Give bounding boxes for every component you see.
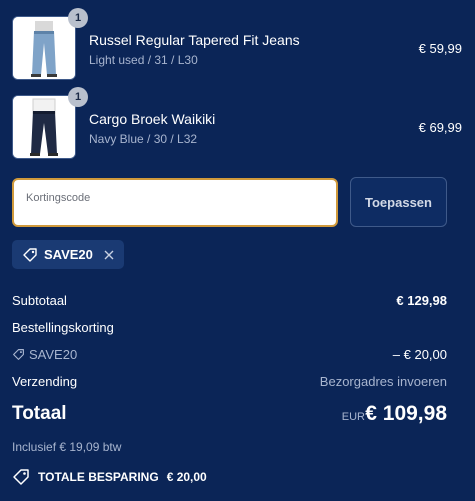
total-row: Totaal EUR € 109,98 bbox=[12, 402, 447, 429]
tax-note: Inclusief € 19,09 btw bbox=[12, 440, 122, 454]
order-summary: 1 Russel Regular Tapered Fit Jeans Light… bbox=[0, 0, 475, 501]
tag-icon bbox=[13, 469, 29, 485]
subtotal-value: € 129,98 bbox=[396, 293, 447, 308]
cart-line-item: 1 Cargo Broek Waikiki Navy Blue / 30 / L… bbox=[12, 87, 462, 159]
quantity-badge: 1 bbox=[68, 87, 88, 107]
item-variant: Light used / 31 / L30 bbox=[89, 53, 198, 67]
close-icon[interactable] bbox=[103, 249, 115, 261]
item-price: € 69,99 bbox=[418, 120, 462, 135]
item-name: Cargo Broek Waikiki bbox=[89, 111, 216, 127]
apply-discount-button[interactable]: Toepassen bbox=[350, 177, 447, 227]
cart-line-item: 1 Russel Regular Tapered Fit Jeans Light… bbox=[12, 8, 462, 80]
discount-code-row: SAVE20 – € 20,00 bbox=[12, 347, 447, 367]
item-variant: Navy Blue / 30 / L32 bbox=[89, 132, 198, 146]
total-savings: TOTALE BESPARING € 20,00 bbox=[12, 468, 207, 486]
discount-code-text: SAVE20 bbox=[29, 347, 78, 362]
order-discount-label: Bestellingskorting bbox=[12, 320, 114, 335]
tag-icon bbox=[23, 247, 37, 262]
discount-code-line: SAVE20 bbox=[12, 347, 77, 362]
product-image-cargo bbox=[12, 95, 76, 159]
item-name: Russel Regular Tapered Fit Jeans bbox=[89, 32, 300, 48]
shipping-row: Verzending Bezorgadres invoeren bbox=[12, 374, 447, 394]
subtotal-row: Subtotaal € 129,98 bbox=[12, 293, 447, 313]
product-image-jeans bbox=[12, 16, 76, 80]
item-price: € 59,99 bbox=[418, 41, 462, 56]
quantity-badge: 1 bbox=[68, 8, 88, 28]
savings-value: € 20,00 bbox=[166, 470, 207, 484]
discount-code-input[interactable]: Kortingscode bbox=[12, 178, 338, 227]
total-label: Totaal bbox=[12, 403, 67, 424]
applied-discount-chip: SAVE20 bbox=[12, 240, 124, 269]
shipping-label: Verzending bbox=[12, 374, 78, 389]
currency-code: EUR bbox=[341, 411, 365, 423]
tag-icon bbox=[13, 349, 24, 360]
applied-code-label: SAVE20 bbox=[44, 247, 93, 262]
discount-code-placeholder: Kortingscode bbox=[26, 192, 91, 204]
subtotal-label: Subtotaal bbox=[12, 293, 67, 308]
savings-label: TOTALE BESPARING bbox=[38, 470, 159, 484]
order-discount-row: Bestellingskorting bbox=[12, 320, 447, 340]
shipping-value: Bezorgadres invoeren bbox=[319, 374, 447, 389]
discount-value: – € 20,00 bbox=[392, 347, 447, 362]
total-value: € 109,98 bbox=[365, 402, 447, 425]
